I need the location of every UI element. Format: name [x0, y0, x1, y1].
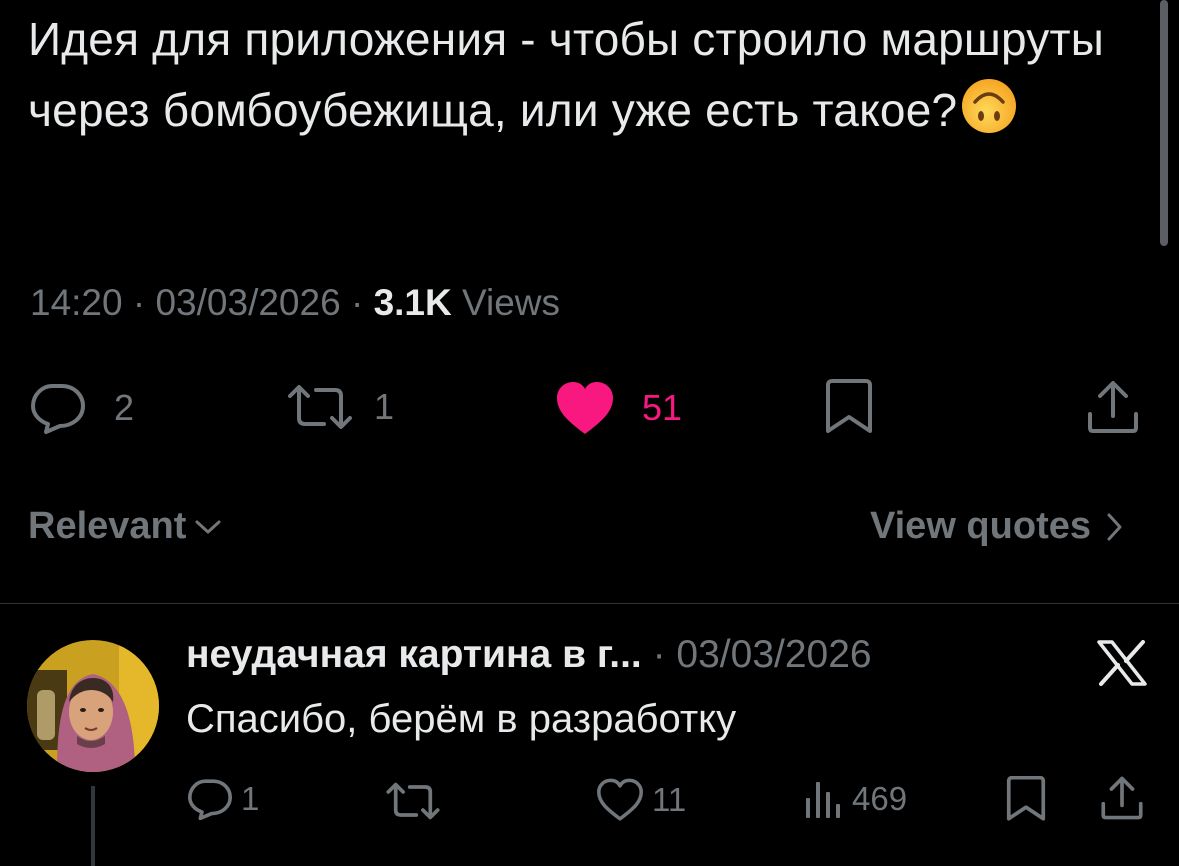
bookmark-button[interactable] — [824, 379, 874, 435]
views-count: 3.1K — [373, 282, 452, 323]
repost-icon — [288, 385, 352, 429]
scrollbar[interactable] — [1160, 0, 1168, 246]
heart-filled-icon — [557, 382, 613, 434]
repost-button[interactable]: 1 — [286, 384, 394, 430]
reply-reply-count: 1 — [241, 780, 260, 817]
sort-label: Relevant — [28, 505, 187, 547]
reply-views-count: 469 — [852, 780, 908, 817]
repost-count: 1 — [374, 386, 395, 427]
like-button[interactable]: 51 — [555, 380, 682, 436]
repost-icon — [386, 782, 440, 820]
tweet-meta: 14:20 · 03/03/2026 · 3.1K Views — [30, 282, 560, 324]
meta-separator: · — [340, 282, 374, 323]
tweet-text-content: Идея для приложения - чтобы строило марш… — [28, 13, 1105, 136]
replies-sort-dropdown[interactable]: Relevant — [28, 505, 222, 548]
reply-count: 2 — [114, 387, 135, 428]
reply-repost-button[interactable] — [385, 782, 441, 820]
reply-author-name[interactable]: неудачная картина в г... — [186, 633, 642, 676]
reply-like-count: 11 — [652, 781, 687, 818]
reply-bookmark-button[interactable] — [1005, 776, 1047, 822]
analytics-icon — [806, 782, 840, 818]
like-count: 51 — [642, 387, 683, 428]
reply-icon — [31, 384, 85, 434]
reply-header: неудачная картина в г... · 03/03/2026 — [186, 633, 872, 677]
meta-separator: · — [122, 282, 156, 323]
view-quotes-label: View quotes — [869, 505, 1091, 547]
heart-outline-icon — [597, 778, 643, 821]
reply-views-button[interactable]: 469 — [804, 780, 907, 818]
chevron-right-icon — [1107, 513, 1122, 540]
thread-line — [91, 786, 95, 866]
bookmark-icon — [1006, 776, 1046, 821]
meta-separator: · — [641, 633, 677, 676]
bookmark-icon — [826, 379, 872, 433]
x-logo-icon — [1097, 640, 1147, 691]
chevron-down-icon — [195, 520, 221, 533]
reply-like-button[interactable]: 11 — [596, 778, 686, 822]
share-icon — [1101, 776, 1143, 820]
divider — [0, 603, 1179, 604]
tweet-date[interactable]: 03/03/2026 — [155, 282, 340, 323]
reply-button[interactable]: 2 — [30, 382, 134, 434]
tweet-time: 14:20 — [30, 282, 123, 323]
share-icon — [1088, 381, 1138, 433]
view-quotes-link[interactable]: View quotes — [870, 505, 1123, 548]
reply-reply-button[interactable]: 1 — [187, 778, 259, 820]
reply-text: Спасибо, берём в разработку — [186, 697, 737, 741]
avatar[interactable] — [27, 640, 159, 772]
reply-share-button[interactable] — [1100, 776, 1144, 820]
tweet-text: Идея для приложения - чтобы строило марш… — [28, 4, 1138, 154]
reply-icon — [187, 779, 233, 820]
views-label: Views — [462, 282, 561, 323]
reply-date[interactable]: 03/03/2026 — [676, 633, 871, 676]
upside-down-face-emoji-icon — [961, 78, 1017, 154]
share-button[interactable] — [1086, 380, 1140, 434]
